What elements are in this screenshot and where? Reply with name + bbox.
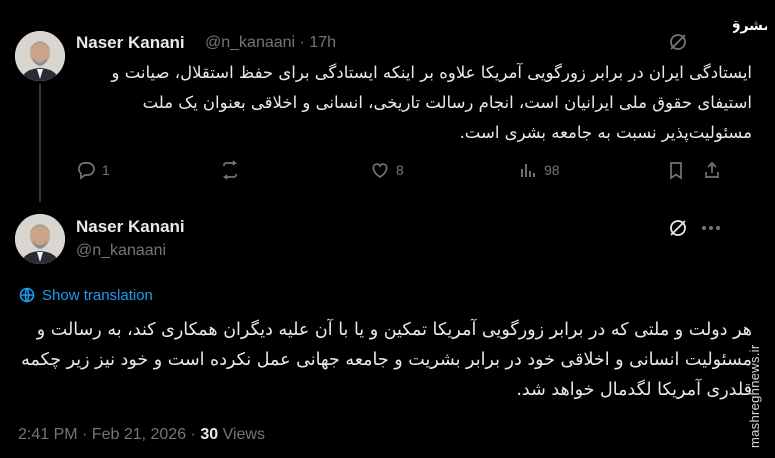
show-translation-label[interactable]: Show translation: [42, 287, 153, 304]
tweet-timestamp: 2:41 PM · Feb 21, 2026 · 30 Views: [18, 426, 265, 444]
reply-count: 1: [102, 162, 110, 178]
views-count: 98: [544, 162, 560, 178]
translate-icon: [19, 287, 35, 303]
retweet-button[interactable]: [220, 160, 246, 180]
author-name[interactable]: Naser Kanani: [76, 33, 185, 53]
mashregh-logo: مشرق: [728, 8, 772, 42]
share-button[interactable]: [702, 160, 722, 180]
show-translation-link[interactable]: Show translation: [18, 286, 153, 304]
author-name[interactable]: Naser Kanani: [76, 217, 185, 237]
avatar[interactable]: [15, 214, 65, 264]
share-icon: [705, 161, 719, 178]
meta-separator: ·: [299, 34, 305, 51]
like-button[interactable]: 8: [370, 160, 404, 180]
reply-icon: [78, 162, 95, 180]
timestamp-text[interactable]: 2:41 PM · Feb 21, 2026 ·: [18, 426, 200, 443]
views-button[interactable]: 98: [518, 160, 560, 180]
reply-button[interactable]: 1: [76, 160, 110, 180]
bookmark-icon: [670, 162, 682, 180]
main-tweet-text: هر دولت و ملتی که در برابر زورگویی آمریک…: [21, 320, 752, 400]
tweet-meta: @n_kanaani · 17h: [205, 34, 336, 52]
views-label: Views: [218, 426, 265, 443]
logo-text: مشرق: [733, 18, 767, 34]
more-icon[interactable]: [700, 218, 722, 238]
avatar[interactable]: [15, 31, 65, 81]
grok-icon[interactable]: [668, 32, 688, 52]
tweet-time[interactable]: 17h: [309, 34, 336, 51]
reply-tweet-text: ایستادگی ایران در برابر زورگویی آمریکا ع…: [111, 63, 753, 142]
bookmark-button[interactable]: [666, 160, 686, 180]
like-count: 8: [396, 162, 404, 178]
like-icon: [372, 163, 388, 178]
reply-actions: 1 8 98: [60, 160, 728, 184]
author-handle[interactable]: @n_kanaani: [205, 34, 295, 51]
author-handle[interactable]: @n_kanaani: [76, 242, 166, 260]
views-count: 30: [200, 426, 219, 443]
retweet-icon: [222, 160, 238, 180]
thread-line: [39, 84, 41, 202]
grok-icon[interactable]: [668, 218, 688, 238]
views-icon: [521, 164, 535, 177]
